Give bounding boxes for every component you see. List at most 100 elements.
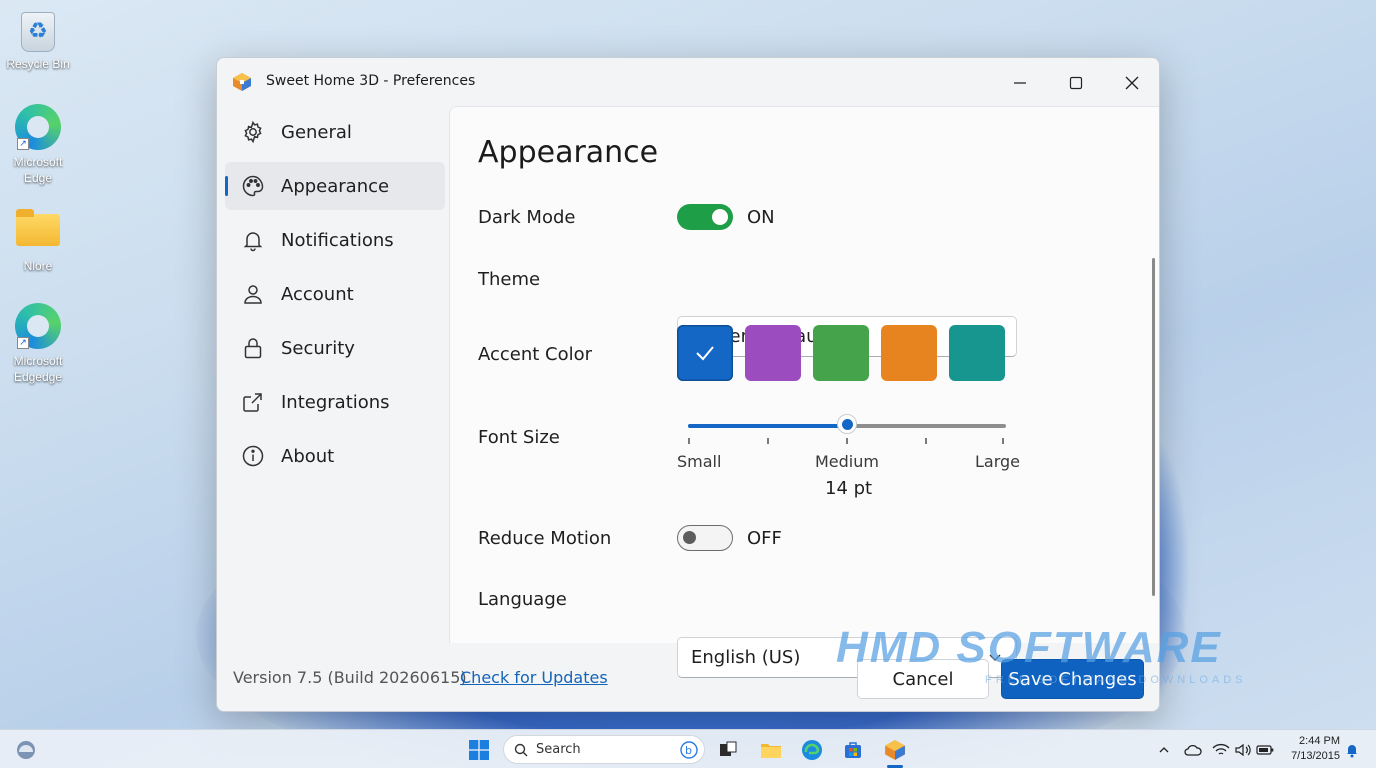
sidebar-item-label: About (281, 445, 335, 467)
font-size-value: 14 pt (825, 478, 873, 499)
slider-tick (767, 438, 769, 444)
reduce-motion-toggle[interactable] (677, 525, 733, 551)
shortcut-arrow-icon: ↗ (17, 138, 29, 150)
taskbar: Search b 2:44 PM 7/13/2015 (0, 729, 1376, 768)
accent-color-label: Accent Color (478, 344, 593, 365)
store-button[interactable] (841, 738, 865, 762)
desktop-icon-label: Microsoft Edgedge (13, 354, 63, 384)
cloud-icon (1184, 744, 1202, 756)
minimize-button[interactable] (1000, 68, 1040, 98)
close-button[interactable] (1112, 68, 1152, 98)
store-icon (845, 742, 861, 758)
dark-mode-toggle[interactable] (677, 204, 733, 230)
desktop-icon-edge-2[interactable]: ↗ Microsoft Edgedge (0, 303, 76, 385)
shortcut-arrow-icon: ↗ (17, 337, 29, 349)
widgets-button[interactable] (14, 738, 38, 762)
clock-time: 2:44 PM (1299, 735, 1340, 747)
weather-icon (17, 741, 35, 759)
sidebar-item-label: Appearance (281, 175, 390, 197)
edge-icon (802, 740, 822, 760)
cancel-button[interactable]: Cancel (857, 659, 989, 699)
font-size-slider-fill (688, 424, 847, 428)
sidebar-item-general[interactable]: General (225, 108, 445, 156)
windows-logo-icon (469, 740, 489, 760)
edge-taskbar-button[interactable] (800, 738, 824, 762)
battery-button[interactable] (1253, 738, 1277, 762)
folder-icon (761, 744, 781, 758)
desktop-icon-recycle-bin[interactable]: Resycle Bin (0, 8, 76, 72)
maximize-button[interactable] (1056, 68, 1096, 98)
system-clock[interactable]: 2:44 PM 7/13/2015 (1284, 734, 1340, 764)
title-bar[interactable]: Sweet Home 3D - Preferences (217, 58, 1159, 106)
desktop-icon-label: Microsoft Edge (13, 155, 63, 185)
tray-overflow-button[interactable] (1152, 738, 1176, 762)
accent-swatch-teal[interactable] (949, 325, 1005, 381)
wifi-button[interactable] (1209, 738, 1233, 762)
sidebar-item-label: Account (281, 283, 354, 305)
sidebar-item-about[interactable]: About (225, 432, 445, 480)
language-value: English (US) (691, 647, 801, 668)
desktop-icon-label: Nlore (23, 259, 53, 273)
minimize-icon (1014, 82, 1026, 84)
sidebar-item-label: Security (281, 337, 355, 359)
search-icon (514, 743, 528, 757)
save-changes-button[interactable]: Save Changes (1001, 659, 1144, 699)
search-placeholder: Search (536, 742, 581, 757)
wifi-icon (1212, 743, 1230, 755)
speaker-icon (1235, 743, 1251, 757)
sidebar-item-label: Integrations (281, 391, 390, 413)
content-scrollbar[interactable] (1152, 258, 1155, 596)
lock-icon (241, 336, 265, 360)
sidebar-item-notifications[interactable]: Notifications (225, 216, 445, 264)
start-button[interactable] (467, 738, 491, 762)
palette-icon (241, 174, 265, 198)
sidebar-item-integrations[interactable]: Integrations (225, 378, 445, 426)
desktop-icon-edge[interactable]: ↗ Microsoft Edge (0, 104, 76, 186)
font-size-label: Font Size (478, 427, 560, 448)
taskbar-search[interactable]: Search b (503, 735, 705, 764)
theme-label: Theme (478, 269, 541, 290)
file-explorer-button[interactable] (759, 738, 783, 762)
language-label: Language (478, 589, 567, 610)
gear-icon (241, 120, 265, 144)
slider-label-large: Large (975, 452, 1021, 471)
chevron-down-icon (989, 654, 1001, 661)
slider-label-small: Small (677, 452, 722, 471)
sweet-home-3d-icon (233, 73, 251, 91)
slider-tick (846, 438, 848, 444)
sidebar-item-security[interactable]: Security (225, 324, 445, 372)
onedrive-button[interactable] (1181, 738, 1205, 762)
bell-icon (241, 228, 265, 252)
task-view-button[interactable] (716, 738, 740, 762)
sweet-home-3d-taskbar-button[interactable] (882, 738, 908, 762)
toggle-knob (683, 531, 696, 544)
dark-mode-state: ON (747, 207, 775, 228)
font-size-slider-thumb[interactable] (837, 414, 857, 434)
notifications-button[interactable] (1340, 738, 1364, 762)
sweet-home-3d-icon (885, 740, 905, 760)
version-text: Version 7.5 (Build 20260615) (233, 668, 467, 687)
recycle-bin-icon (21, 12, 55, 52)
window-title: Sweet Home 3D - Preferences (266, 73, 476, 89)
chevron-up-icon (1159, 747, 1169, 753)
slider-tick (925, 438, 927, 444)
close-icon (1125, 76, 1139, 90)
share-icon (241, 390, 265, 414)
sidebar-item-label: Notifications (281, 229, 394, 251)
desktop-icon-folder[interactable]: Nlore (0, 206, 76, 274)
info-icon (241, 444, 265, 468)
sidebar-item-appearance[interactable]: Appearance (225, 162, 445, 210)
accent-swatch-orange[interactable] (881, 325, 937, 381)
accent-swatch-blue[interactable] (677, 325, 733, 381)
appearance-panel: Appearance Dark Mode ON Theme System Def… (449, 106, 1159, 678)
person-icon (241, 282, 265, 306)
accent-swatch-purple[interactable] (745, 325, 801, 381)
checkmark-icon (696, 346, 714, 361)
settings-sidebar: General Appearance Notifications Account… (225, 108, 445, 486)
check-updates-link[interactable]: Check for Updates (460, 668, 608, 687)
edge-icon: ↗ (15, 104, 61, 150)
battery-icon (1256, 745, 1274, 755)
sidebar-item-account[interactable]: Account (225, 270, 445, 318)
accent-swatch-green[interactable] (813, 325, 869, 381)
volume-button[interactable] (1231, 738, 1255, 762)
